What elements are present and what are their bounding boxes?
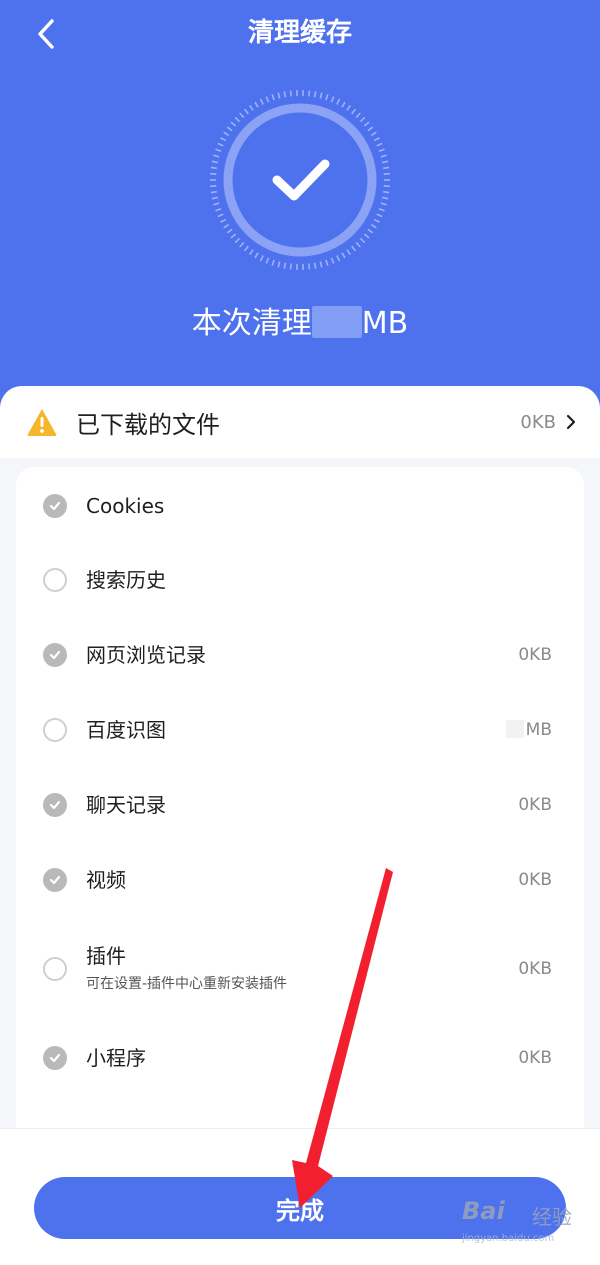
item-size: 0KB — [518, 645, 552, 665]
item-size: 0KB — [518, 959, 552, 979]
item-name: Cookies — [86, 494, 165, 518]
item-name: 小程序 — [86, 1046, 146, 1070]
item-name: 网页浏览记录 — [86, 643, 206, 667]
item-checkbox[interactable] — [43, 643, 67, 667]
list-item-image-search[interactable]: 百度识图 MB — [16, 700, 584, 760]
item-checkbox[interactable] — [43, 868, 67, 892]
hero-section: 清理缓存 本次清理 MB — [0, 0, 600, 420]
item-name: 视频 — [86, 868, 126, 892]
redacted-amount — [311, 306, 362, 338]
list-item-cookies[interactable]: Cookies — [16, 476, 584, 536]
item-size: 0KB — [518, 870, 552, 890]
cleaned-prefix: 本次清理 — [191, 306, 312, 341]
check-icon — [49, 875, 61, 885]
check-icon — [49, 1053, 61, 1063]
redacted-size — [505, 720, 524, 738]
item-checkbox[interactable] — [43, 494, 67, 518]
item-checkbox[interactable] — [43, 568, 67, 592]
check-icon — [49, 650, 61, 660]
check-icon — [49, 800, 61, 810]
watermark-brand-cn: 经验 — [532, 1205, 572, 1229]
downloaded-files-label: 已下载的文件 — [76, 410, 220, 439]
downloaded-files-size: 0KB — [520, 411, 556, 433]
item-size: 0KB — [518, 795, 552, 815]
cleaned-unit: MB — [361, 306, 409, 341]
item-checkbox[interactable] — [43, 718, 67, 742]
warning-icon — [27, 409, 57, 436]
item-size: MB — [525, 720, 552, 740]
baidu-jingyan-watermark: Bai 经验 jingyan.baidu.com — [460, 1195, 590, 1255]
list-item-video[interactable]: 视频 0KB — [16, 850, 584, 910]
checkmark-icon — [272, 159, 330, 201]
item-checkbox[interactable] — [43, 957, 67, 981]
list-item-plugins[interactable]: 插件 可在设置-插件中心重新安装插件 0KB — [16, 929, 584, 1009]
downloaded-files-row[interactable]: 已下载的文件 0KB — [0, 386, 600, 458]
item-name: 搜索历史 — [86, 568, 166, 592]
item-subtitle: 可在设置-插件中心重新安装插件 — [86, 976, 288, 992]
list-item-mini-programs[interactable]: 小程序 0KB — [16, 1028, 584, 1088]
item-size: 0KB — [518, 1048, 552, 1068]
list-item-search-history[interactable]: 搜索历史 — [16, 550, 584, 610]
item-checkbox[interactable] — [43, 1046, 67, 1070]
cleaned-summary: 本次清理 MB — [0, 304, 600, 344]
item-name: 百度识图 — [86, 718, 166, 742]
watermark-brand: Bai — [462, 1197, 505, 1225]
check-icon — [49, 501, 61, 511]
item-name: 聊天记录 — [86, 793, 166, 817]
list-item-browsing-history[interactable]: 网页浏览记录 0KB — [16, 625, 584, 685]
chevron-right-icon — [566, 414, 576, 430]
page-title: 清理缓存 — [247, 18, 352, 48]
item-name: 插件 — [86, 944, 126, 968]
list-item-chat-history[interactable]: 聊天记录 0KB — [16, 775, 584, 835]
cache-item-list: Cookies 搜索历史 网页浏览记录 0KB 百度识图 MB 聊天记录 0KB… — [16, 467, 584, 1167]
success-ring — [204, 84, 396, 276]
watermark-url: jingyan.baidu.com — [462, 1233, 555, 1244]
item-checkbox[interactable] — [43, 793, 67, 817]
